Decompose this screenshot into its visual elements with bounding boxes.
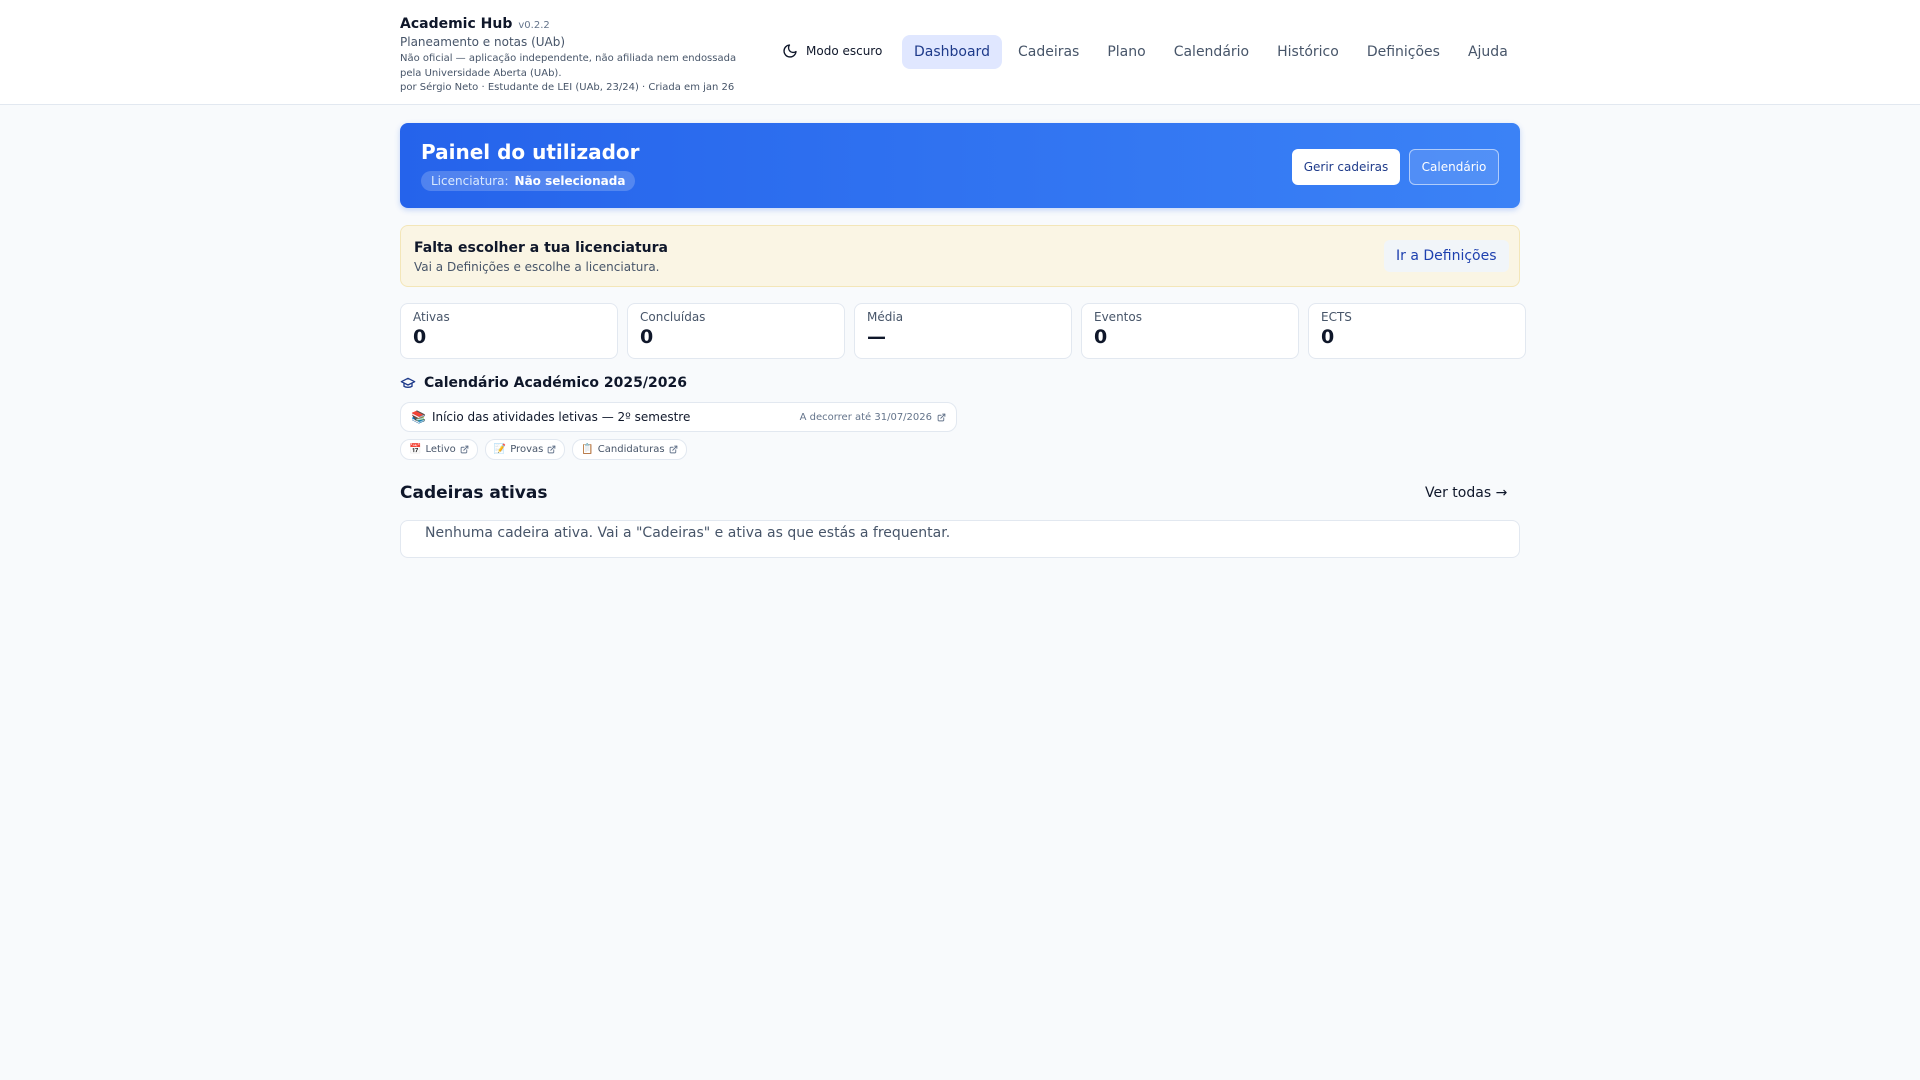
active-courses-title: Cadeiras ativas [400,483,548,503]
calendar-icon: 📅 [409,444,422,455]
chip-label: Provas [510,444,544,455]
degree-label: Licenciatura: [431,174,509,188]
chip-label: Letivo [425,444,456,455]
graduation-cap-icon [400,377,416,388]
stat-card-average: Média — [854,303,1072,359]
stat-value: 0 [1094,326,1108,348]
alert-title: Falta escolher a tua licenciatura [414,240,669,256]
stats-row: Ativas 0 Concluídas 0 Média — Eventos 0 … [400,303,1526,359]
calendar-button[interactable]: Calendário [1409,149,1499,185]
degree-missing-alert: Falta escolher a tua licenciatura Vai a … [400,225,1520,287]
stat-label: Eventos [1094,310,1142,324]
nav-definicoes[interactable]: Definições [1355,35,1452,69]
page-title: Painel do utilizador [421,140,640,164]
clipboard-icon: 📋 [581,444,594,455]
user-dashboard-banner: Painel do utilizador Licenciatura: Não s… [400,123,1520,208]
memo-icon: 📝 [493,444,507,455]
calendar-link-letivo[interactable]: 📅 Letivo [400,439,478,460]
dark-mode-toggle[interactable]: Modo escuro [782,43,882,59]
academic-calendar-heading: Calendário Académico 2025/2026 [400,375,687,391]
stat-card-events: Eventos 0 [1081,303,1299,359]
disclaimer: Não oficial — aplicação independente, nã… [400,53,737,79]
stat-label: ECTS [1321,310,1352,324]
top-bar: Academic Hub v0.2.2 Planeamento e notas (… [0,0,1920,105]
brand: Academic Hub v0.2.2 Planeamento e notas (… [400,13,760,93]
degree-value: Não selecionada [514,174,626,188]
calendar-links: 📅 Letivo 📝 Provas 📋 Candidaturas [400,439,687,460]
books-icon: 📚 [411,410,426,424]
external-link-icon [937,413,946,421]
nav-ajuda[interactable]: Ajuda [1456,35,1520,69]
event-status: A decorrer até 31/07/2026 [800,412,946,423]
app-title: Academic Hub [400,16,513,32]
nav-cadeiras[interactable]: Cadeiras [1006,35,1091,69]
stat-label: Média [867,310,904,324]
stat-value: 0 [640,326,654,348]
event-status-text: A decorrer até 31/07/2026 [799,411,932,423]
degree-badge: Licenciatura: Não selecionada [421,171,636,191]
calendar-link-provas[interactable]: 📝 Provas [484,439,566,460]
stat-card-active: Ativas 0 [400,303,618,359]
chip-label: Candidaturas [597,444,665,455]
stat-value: — [867,326,886,348]
author-credit: por Sérgio Neto · Estudante de LEI (UAb,… [400,82,735,93]
main-nav: Dashboard Cadeiras Plano Calendário Hist… [902,35,1524,69]
alert-message: Vai a Definições e escolhe a licenciatur… [414,260,660,274]
nav-dashboard[interactable]: Dashboard [902,35,1002,69]
calendar-link-candidaturas[interactable]: 📋 Candidaturas [572,439,687,460]
nav-plano[interactable]: Plano [1095,35,1157,69]
brand-title-row: Academic Hub v0.2.2 [400,13,760,32]
go-to-settings-button[interactable]: Ir a Definições [1384,240,1509,272]
see-all-link[interactable]: Ver todas → [1425,485,1507,501]
stat-label: Concluídas [640,310,706,324]
manage-courses-button[interactable]: Gerir cadeiras [1292,149,1400,185]
external-link-icon [669,445,677,454]
academic-calendar-title: Calendário Académico 2025/2026 [424,375,687,391]
app-version: v0.2.2 [518,20,550,31]
external-link-icon [547,445,556,454]
stat-card-completed: Concluídas 0 [627,303,845,359]
stat-value: 0 [413,326,427,348]
stat-value: 0 [1321,326,1335,348]
moon-icon [783,44,797,58]
nav-calendario[interactable]: Calendário [1162,35,1261,69]
stat-card-ects: ECTS 0 [1308,303,1526,359]
active-courses-empty-state: Nenhuma cadeira ativa. Vai a "Cadeiras" … [400,520,1520,558]
app-subtitle: Planeamento e notas (UAb) [400,35,566,49]
nav-historico[interactable]: Histórico [1265,35,1351,69]
event-text: Início das atividades letivas — 2º semes… [431,410,691,424]
external-link-icon [460,445,469,454]
stat-label: Ativas [413,310,450,324]
dark-mode-label: Modo escuro [806,44,883,58]
current-calendar-event[interactable]: 📚 Início das atividades letivas — 2º sem… [400,402,957,432]
